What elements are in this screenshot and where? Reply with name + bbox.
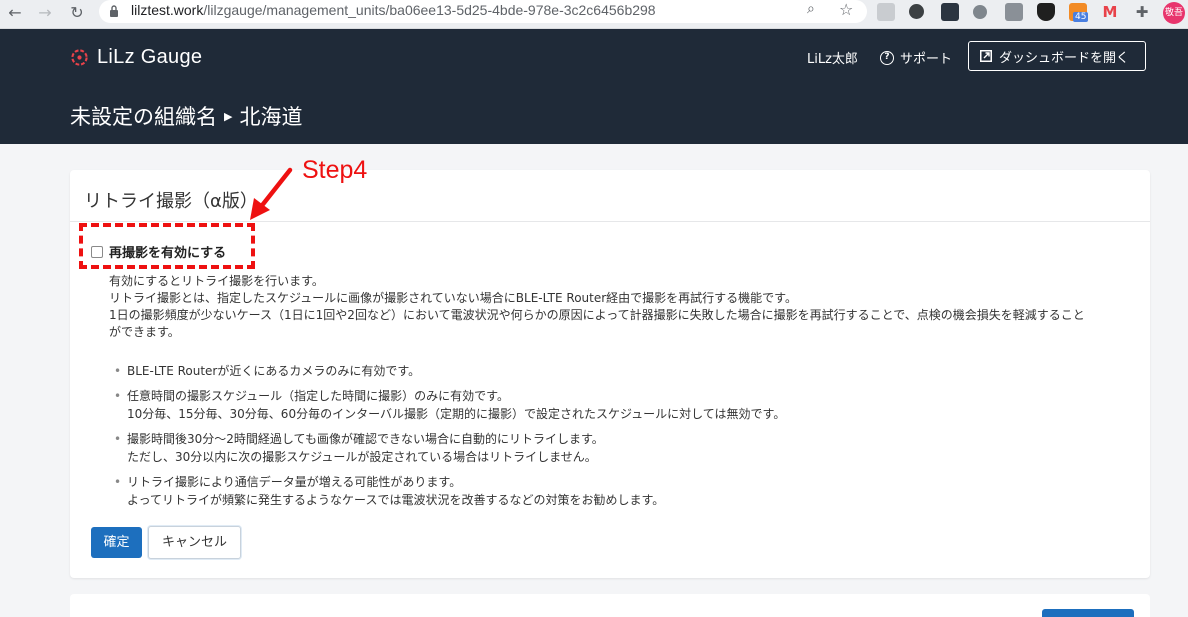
puzzle-icon[interactable]: ✚ [1133,3,1151,21]
open-dashboard-label: ダッシュボードを開く [999,50,1130,66]
step-highlight-box [79,223,255,269]
shield-icon[interactable] [1037,3,1055,21]
caret-right-icon: ▶ [224,109,233,123]
extension-icon-1[interactable] [877,3,895,21]
breadcrumb-unit: 北海道 [239,105,303,129]
open-dashboard-button[interactable]: ダッシュボードを開く [968,41,1146,71]
list-item-text: ただし、30分以内に次の撮影スケジュールが設定されている場合はリトライしません。 [127,450,597,464]
address-bar[interactable]: lilztest.work/lilzgauge/management_units… [99,0,867,23]
lilz-logo-icon [71,48,88,66]
extension-icon-2[interactable] [909,4,924,19]
list-item-text: 10分毎、15分毎、30分毎、60分毎のインターバル撮影（定期的に撮影）で設定さ… [127,407,786,421]
question-icon: ? [880,50,894,65]
bullet-icon: • [114,364,122,378]
bullet-icon: • [114,389,122,403]
list-item-text: よってリトライが頻繁に発生するようなケースでは電波状況を改善するなどの対策をお勧… [127,493,665,507]
confirm-button[interactable]: 確定 [91,527,142,558]
reload-icon[interactable]: ↻ [66,2,88,24]
bullet-icon: • [114,475,122,489]
next-card [70,594,1150,617]
description-line: リトライ撮影とは、指定したスケジュールに画像が撮影されていない場合にBLE-LT… [109,291,797,305]
extension-icon-7[interactable]: 45 [1069,3,1089,22]
list-item-text: リトライ撮影により通信データ量が増える可能性があります。 [127,475,462,489]
logo-text: LiLz Gauge [97,45,203,68]
browser-toolbar: ← → ↻ lilztest.work/lilzgauge/management… [0,0,1188,29]
description-line: 有効にするとリトライ撮影を行います。 [109,274,324,288]
arrow-icon [250,167,293,220]
cancel-button[interactable]: キャンセル [148,526,241,559]
notes-list: • BLE-LTE Routerが近くにあるカメラのみに有効です。 • 任意時間の撮… [109,362,1109,516]
user-menu[interactable]: LiLz太郎 [807,48,858,67]
back-arrow-icon[interactable]: ← [4,2,26,24]
list-item-text: 任意時間の撮影スケジュール（指定した時間に撮影）のみに有効です。 [127,389,509,403]
zoom-icon[interactable]: ⌕ [807,1,815,17]
profile-label: 敬吾 [1164,8,1183,18]
divider [70,221,1150,222]
lock-icon [110,5,118,17]
external-link-icon [980,50,992,62]
card-title: リトライ撮影（α版） [84,191,258,212]
url-text: lilztest.work/lilzgauge/management_units… [131,2,656,18]
star-icon[interactable]: ☆ [839,0,853,19]
extension-icon-3[interactable] [941,3,959,21]
list-item-text: 撮影時間後30分〜2時間経過しても画像が確認できない場合に自動的にリトライします… [127,432,604,446]
breadcrumb: 未設定の組織名 ▶ 北海道 [70,101,302,131]
breadcrumb-org[interactable]: 未設定の組織名 [70,101,217,131]
list-item: • BLE-LTE Routerが近くにあるカメラのみに有効です。 [109,362,1109,380]
list-item: • リトライ撮影により通信データ量が増える可能性があります。よってリトライが頻繁に… [109,473,1109,509]
extension-icon-5[interactable] [1005,3,1023,21]
profile-avatar[interactable]: 敬吾 [1163,2,1185,24]
extension-icon-8[interactable]: M [1101,3,1119,21]
support-link[interactable]: ? サポート [880,48,952,67]
description-line: 1日の撮影頻度が少ないケース（1日に1回や2回など）において電波状況や何らかの原… [109,308,1085,322]
app-logo[interactable]: LiLz Gauge [70,45,202,69]
support-label: サポート [900,52,953,67]
next-card-button[interactable] [1042,609,1134,617]
forward-arrow-icon[interactable]: → [34,2,56,24]
extension-icon-4[interactable] [973,5,987,19]
app-header: LiLz Gauge LiLz太郎 ? サポート ダッシュボードを開く 未設定の… [0,29,1188,144]
list-item: • 任意時間の撮影スケジュール（指定した時間に撮影）のみに有効です。 10分毎、15… [109,387,1109,423]
description-line: ができます。 [109,325,180,339]
bullet-icon: • [114,432,122,446]
list-item: • 撮影時間後30分〜2時間経過しても画像が確認できない場合に自動的にリトライしま… [109,430,1109,466]
description: 有効にするとリトライ撮影を行います。 リトライ撮影とは、指定したスケジュールに画… [109,273,1139,341]
extension-badge: 45 [1073,12,1089,22]
list-item-text: BLE-LTE Routerが近くにあるカメラのみに有効です。 [127,364,421,378]
step-label: Step4 [302,156,368,184]
